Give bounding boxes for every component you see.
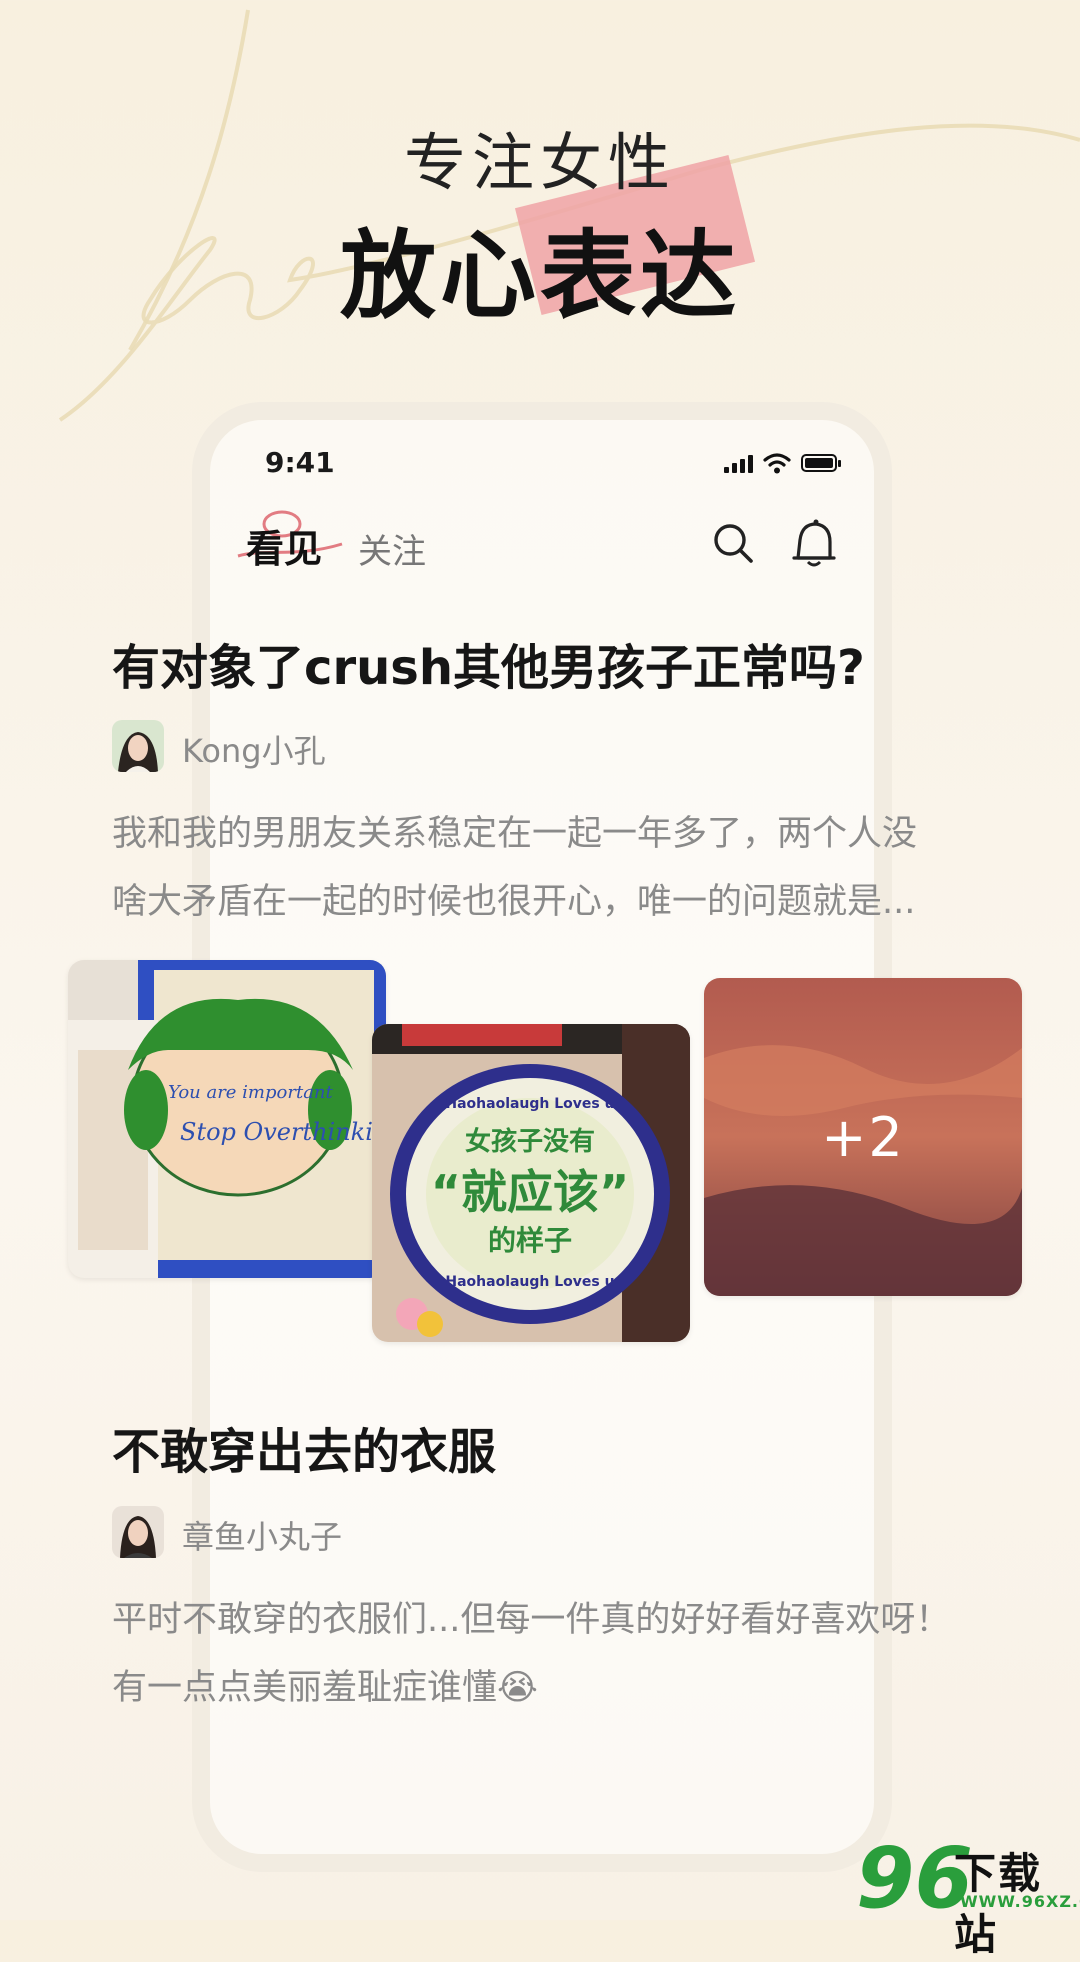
wifi-icon [763,453,791,474]
post-photo-2[interactable]: Haohaolaugh Loves u 女孩子没有 “就应该” 的样子 Haoh… [372,1024,690,1342]
hero-subtitle: 专注女性 [403,126,676,199]
badge-text: 的样子 [488,1224,572,1257]
photo-caption: You are important [168,1082,334,1103]
post-title[interactable]: 不敢穿出去的衣服 [112,1412,496,1482]
watermark-url: WWW.96XZ.COM [960,1892,1080,1911]
post-excerpt-line: 平时不敢穿的衣服们...但每一件真的好好看好喜欢呀！ [112,1600,951,1640]
bell-icon[interactable] [790,516,838,570]
more-photos-count[interactable]: +2 [704,978,1022,1296]
status-icons [724,452,841,474]
author-name[interactable]: 章鱼小丸子 [182,1512,342,1558]
post-excerpt-line: 啥大矛盾在一起的时候也很开心，唯一的问题就是... [112,882,916,922]
badge-text: 女孩子没有 [465,1126,595,1157]
photo-caption: Stop Overthinking [180,1118,386,1146]
avatar[interactable] [112,720,164,772]
status-time: 9:41 [265,446,335,479]
avatar[interactable] [112,1506,164,1558]
post-excerpt-line: 有一点点美丽羞耻症谁懂😭 [112,1668,538,1708]
search-icon[interactable] [710,520,756,566]
hero-title: 放心表达 [340,220,740,332]
badge-ring-text: Haohaolaugh Loves u [445,1274,614,1290]
post-excerpt-line: 我和我的男朋友关系稳定在一起一年多了，两个人没 [112,814,918,854]
post-excerpt[interactable]: 我和我的男朋友关系稳定在一起一年多了，两个人没 啥大矛盾在一起的时候也很开心，唯… [112,800,972,936]
tab-kanjian[interactable]: 看见 [246,518,322,573]
post-photo-3[interactable]: +2 [704,978,1022,1296]
badge-text: “就应该” [431,1165,629,1219]
post-excerpt[interactable]: 平时不敢穿的衣服们...但每一件真的好好看好喜欢呀！ 有一点点美丽羞耻症谁懂😭 [112,1586,972,1722]
battery-icon [801,454,841,472]
post-photo-1[interactable]: You are important Stop Overthinking [68,960,386,1278]
tab-guanzhu[interactable]: 关注 [358,524,426,573]
badge-ring-text: Haohaolaugh Loves u [445,1096,614,1112]
author-name[interactable]: Kong小孔 [182,726,326,772]
site-watermark: 96 下载站 WWW.96XZ.COM [856,1836,1080,1959]
post-title[interactable]: 有对象了crush其他男孩子正常吗? [112,628,865,698]
signal-icon [724,453,753,473]
